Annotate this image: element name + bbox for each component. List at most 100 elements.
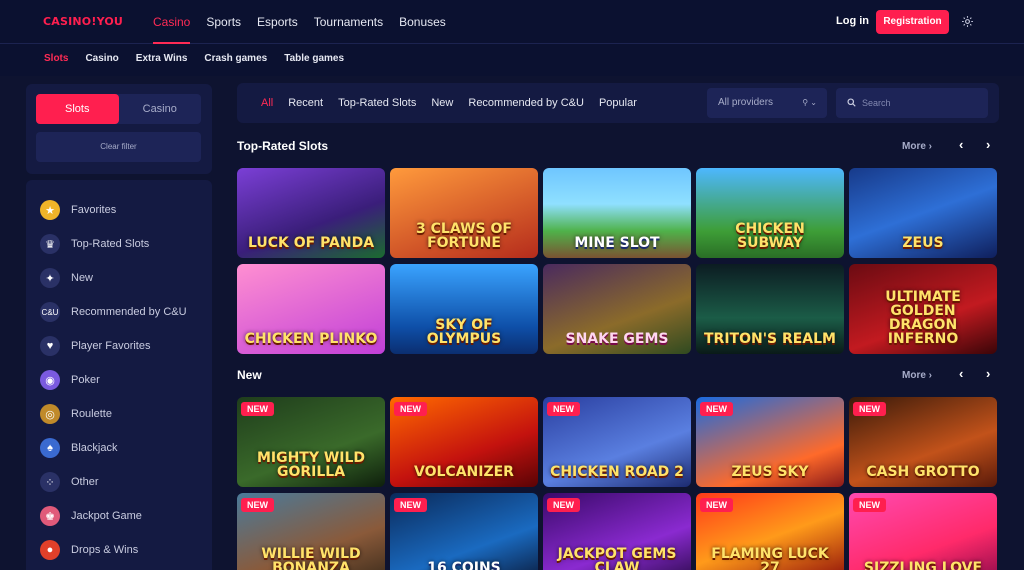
game-card[interactable]: Sky of Olympus (390, 264, 538, 354)
game-card[interactable]: Snake Gems (543, 264, 691, 354)
game-card[interactable]: NEW Volcanizer (390, 397, 538, 487)
subnav-crash-games[interactable]: Crash games (204, 44, 267, 76)
nav-casino[interactable]: Casino (153, 0, 191, 44)
sidebar-item-label: Drops & Wins (71, 544, 139, 556)
game-card[interactable]: NEW Jackpot Gems Claw (543, 493, 691, 570)
new-badge: NEW (241, 402, 274, 416)
sidebar-item-label: Other (71, 476, 99, 488)
game-card[interactable]: Zeus (849, 168, 997, 258)
game-title: Flaming Luck 27 (711, 546, 829, 570)
game-card[interactable]: NEW Flaming Luck 27 (696, 493, 844, 570)
game-card[interactable]: NEW Chicken Road 2 (543, 397, 691, 487)
sidebar-item-recommended[interactable]: C&U Recommended by C&U (26, 295, 212, 329)
tab-new[interactable]: New (431, 83, 453, 123)
game-card[interactable]: NEW Zeus Sky (696, 397, 844, 487)
game-title: Willie Wild Bonanza (261, 546, 361, 570)
sidebar-item-player-favorites[interactable]: ♥ Player Favorites (26, 329, 212, 363)
next-arrow-icon[interactable]: › (986, 137, 990, 152)
toggle-casino[interactable]: Casino (119, 94, 202, 124)
more-link-new[interactable]: More › (902, 370, 932, 381)
sidebar-item-label: Poker (71, 374, 100, 386)
game-card[interactable]: Chicken Subway (696, 168, 844, 258)
filter-tabs: All Recent Top-Rated Slots New Recommend… (261, 83, 652, 123)
sidebar-item-blackjack[interactable]: ♠ Blackjack (26, 431, 212, 465)
tab-top-rated[interactable]: Top-Rated Slots (338, 83, 416, 123)
game-title: Chicken Subway (735, 221, 805, 251)
new-badge: NEW (853, 402, 886, 416)
sidebar-item-top-rated[interactable]: ♛ Top-Rated Slots (26, 227, 212, 261)
crown-icon: ♚ (40, 506, 60, 526)
chevron-down-icon: ⚲ ⌄ (802, 98, 817, 107)
nav-tournaments[interactable]: Tournaments (314, 0, 383, 44)
sidebar-item-other[interactable]: ⁘ Other (26, 465, 212, 499)
tab-recent[interactable]: Recent (288, 83, 323, 123)
game-card[interactable]: NEW Willie Wild Bonanza (237, 493, 385, 570)
game-card[interactable]: NEW Mighty Wild Gorilla (237, 397, 385, 487)
clear-filter-button[interactable]: Clear filter (36, 132, 201, 162)
grid-icon: ⁘ (40, 472, 60, 492)
sidebar-item-favorites[interactable]: ★ Favorites (26, 193, 212, 227)
category-sidebar: ★ Favorites ♛ Top-Rated Slots ✦ New C&U Reco… (26, 180, 212, 570)
sidebar-item-label: Top-Rated Slots (71, 238, 150, 250)
game-card[interactable]: Luck of Panda (237, 168, 385, 258)
registration-button[interactable]: Registration (876, 10, 949, 34)
new-badge: NEW (394, 402, 427, 416)
providers-dropdown[interactable]: All providers ⚲ ⌄ (707, 88, 827, 118)
sidebar-item-new[interactable]: ✦ New (26, 261, 212, 295)
new-badge: NEW (547, 498, 580, 512)
search-input[interactable]: Search (836, 88, 988, 118)
new-badge: NEW (394, 498, 427, 512)
login-link[interactable]: Log in (836, 15, 869, 27)
next-arrow-icon[interactable]: › (986, 366, 990, 381)
roulette-icon: ◎ (40, 404, 60, 424)
game-card[interactable]: NEW 16 Coins (390, 493, 538, 570)
game-card[interactable]: NEW Sizzling Love (849, 493, 997, 570)
game-title: Volcanizer (414, 464, 514, 480)
subnav-extra-wins[interactable]: Extra Wins (136, 44, 188, 76)
sidebar-item-roulette[interactable]: ◎ Roulette (26, 397, 212, 431)
sidebar-item-label: Player Favorites (71, 340, 151, 352)
prev-arrow-icon[interactable]: ‹ (959, 366, 963, 381)
subnav-slots[interactable]: Slots (44, 44, 68, 76)
sidebar-item-label: Blackjack (71, 442, 118, 454)
game-card[interactable]: NEW Cash Grotto (849, 397, 997, 487)
tab-popular[interactable]: Popular (599, 83, 637, 123)
subnav-table-games[interactable]: Table games (284, 44, 344, 76)
cards-icon: ♠ (40, 438, 60, 458)
game-title: Triton's Realm (704, 331, 836, 347)
nav-esports[interactable]: Esports (257, 0, 298, 44)
sidebar-item-poker[interactable]: ◉ Poker (26, 363, 212, 397)
more-link-top-rated[interactable]: More › (902, 141, 932, 152)
game-card[interactable]: 3 Claws of Fortune (390, 168, 538, 258)
trophy-icon: ♛ (40, 234, 60, 254)
game-card[interactable]: Triton's Realm (696, 264, 844, 354)
slots-casino-toggle: Slots Casino (36, 94, 201, 124)
coins-icon: ● (40, 540, 60, 560)
sidebar-item-drops-wins[interactable]: ● Drops & Wins (26, 533, 212, 567)
game-title: Luck of Panda (247, 235, 375, 251)
nav-bonuses[interactable]: Bonuses (399, 0, 446, 44)
game-card[interactable]: Ultimate Golden Dragon Inferno (849, 264, 997, 354)
section-title-top-rated: Top-Rated Slots (237, 139, 329, 153)
toggle-slots[interactable]: Slots (36, 94, 119, 124)
game-card[interactable]: Mine Slot (543, 168, 691, 258)
game-title: Snake Gems (565, 331, 669, 347)
prev-arrow-icon[interactable]: ‹ (959, 137, 963, 152)
subnav-casino[interactable]: Casino (85, 44, 118, 76)
tab-recommended[interactable]: Recommended by C&U (468, 83, 584, 123)
brand-logo[interactable]: CASINO!YOU (43, 15, 123, 28)
new-badge: NEW (547, 402, 580, 416)
main-nav: Casino Sports Esports Tournaments Bonuse… (153, 0, 462, 44)
sidebar-item-label: New (71, 272, 94, 284)
sidebar-item-label: Jackpot Game (71, 510, 142, 522)
tab-all[interactable]: All (261, 83, 273, 123)
top-header: CASINO!YOU Casino Sports Esports Tournam… (0, 0, 1024, 44)
search-icon (847, 98, 856, 107)
poker-chip-icon: ◉ (40, 370, 60, 390)
gear-icon[interactable] (961, 15, 974, 28)
recommend-icon: C&U (40, 302, 60, 322)
sidebar-item-jackpot[interactable]: ♚ Jackpot Game (26, 499, 212, 533)
nav-sports[interactable]: Sports (206, 0, 241, 44)
game-card[interactable]: Chicken Plinko (237, 264, 385, 354)
game-title: 16 Coins (427, 560, 501, 570)
